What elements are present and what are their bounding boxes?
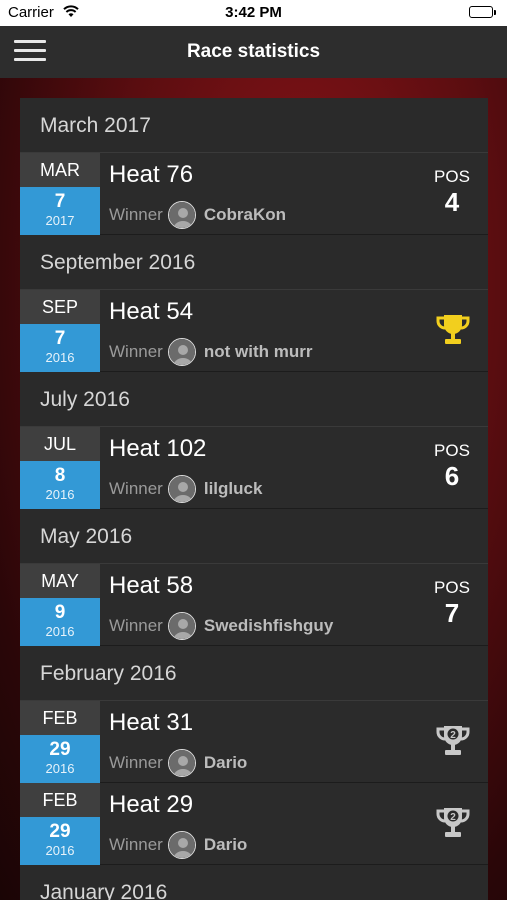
heat-title: Heat 54	[109, 298, 194, 325]
gold-trophy-icon	[434, 312, 472, 348]
date-month: MAR	[20, 153, 100, 187]
avatar	[167, 338, 196, 366]
winner-label: Winner	[109, 342, 163, 361]
heat-title: Heat 58	[109, 572, 194, 599]
position-label: POS	[434, 167, 470, 186]
avatar	[167, 475, 196, 503]
race-info: Heat 31 Winner Dario	[109, 701, 399, 783]
race-row[interactable]: JUL 8 2016 Heat 102 Winner lilgluck POS 6	[20, 427, 488, 509]
month-header: September 2016	[20, 235, 488, 290]
date-day-box: 29 2016	[20, 817, 100, 865]
winner-name: Dario	[203, 753, 248, 772]
nav-bar: Race statistics	[0, 26, 507, 78]
date-month: SEP	[20, 290, 100, 324]
race-info: Heat 58 Winner Swedishfishguy	[109, 564, 399, 646]
avatar	[167, 201, 196, 229]
heat-title: Heat 76	[109, 161, 194, 188]
avatar	[167, 749, 196, 777]
month-header: February 2016	[20, 646, 488, 701]
winner-label: Winner	[109, 835, 163, 854]
winner-label: Winner	[109, 616, 163, 635]
month-header: May 2016	[20, 509, 488, 564]
date-day-box: 29 2016	[20, 735, 100, 783]
date-month: FEB	[20, 701, 100, 735]
date-year: 2016	[45, 843, 75, 858]
date-badge: MAY 9 2016	[20, 564, 100, 646]
position-indicator: POS 6	[432, 441, 472, 491]
winner-label: Winner	[109, 479, 163, 498]
position-indicator: POS 7	[432, 578, 472, 628]
date-month: MAY	[20, 564, 100, 598]
silver-trophy-icon: 2	[434, 805, 472, 841]
date-month: FEB	[20, 783, 100, 817]
position-value: 7	[444, 598, 460, 628]
race-row[interactable]: FEB 29 2016 Heat 29 Winner Dario 2	[20, 783, 488, 865]
date-day-box: 7 2016	[20, 324, 100, 372]
winner-line: Winner Dario	[109, 830, 247, 860]
race-row[interactable]: MAY 9 2016 Heat 58 Winner Swedishfishguy POS 7	[20, 564, 488, 646]
winner-name: lilgluck	[203, 479, 263, 498]
date-badge: FEB 29 2016	[20, 701, 100, 783]
date-day: 7	[54, 328, 66, 349]
date-day-box: 7 2017	[20, 187, 100, 235]
month-header: July 2016	[20, 372, 488, 427]
month-header: March 2017	[20, 98, 488, 153]
heat-title: Heat 29	[109, 791, 194, 818]
date-badge: FEB 29 2016	[20, 783, 100, 865]
status-bar: Carrier 3:42 PM	[0, 0, 507, 26]
position-indicator: POS 4	[432, 167, 472, 217]
winner-name: Dario	[203, 835, 248, 854]
date-day: 9	[54, 602, 66, 623]
winner-line: Winner Dario	[109, 748, 247, 778]
position-value: 4	[444, 187, 460, 217]
race-row[interactable]: FEB 29 2016 Heat 31 Winner Dario 2	[20, 701, 488, 783]
clock: 3:42 PM	[225, 4, 282, 21]
race-info: Heat 76 Winner CobraKon	[109, 153, 399, 235]
date-badge: JUL 8 2016	[20, 427, 100, 509]
race-info: Heat 29 Winner Dario	[109, 783, 399, 865]
winner-label: Winner	[109, 205, 163, 224]
svg-text:2: 2	[450, 812, 456, 823]
race-info: Heat 54 Winner not with murr	[109, 290, 399, 372]
position-label: POS	[434, 578, 470, 597]
race-info: Heat 102 Winner lilgluck	[109, 427, 399, 509]
date-badge: SEP 7 2016	[20, 290, 100, 372]
winner-line: Winner lilgluck	[109, 474, 262, 504]
heat-title: Heat 31	[109, 709, 194, 736]
date-year: 2016	[45, 624, 75, 639]
svg-text:2: 2	[450, 730, 456, 741]
date-month: JUL	[20, 427, 100, 461]
date-year: 2016	[45, 761, 75, 776]
avatar	[167, 612, 196, 640]
date-day-box: 9 2016	[20, 598, 100, 646]
date-badge: MAR 7 2017	[20, 153, 100, 235]
race-row[interactable]: SEP 7 2016 Heat 54 Winner not with murr	[20, 290, 488, 372]
date-day: 8	[54, 465, 66, 486]
date-year: 2017	[45, 213, 75, 228]
winner-line: Winner CobraKon	[109, 200, 286, 230]
date-year: 2016	[45, 487, 75, 502]
position-label: POS	[434, 441, 470, 460]
silver-trophy-icon: 2	[434, 723, 472, 759]
race-list[interactable]: March 2017 MAR 7 2017 Heat 76 Winner CobraKon P…	[20, 98, 488, 900]
position-value: 6	[444, 461, 460, 491]
page-title: Race statistics	[186, 41, 321, 62]
battery-icon	[469, 6, 496, 18]
race-row[interactable]: MAR 7 2017 Heat 76 Winner CobraKon POS 4	[20, 153, 488, 235]
avatar	[167, 831, 196, 859]
winner-line: Winner Swedishfishguy	[109, 611, 333, 641]
month-header: January 2016	[20, 865, 488, 900]
date-day-box: 8 2016	[20, 461, 100, 509]
winner-line: Winner not with murr	[109, 337, 312, 367]
date-year: 2016	[45, 350, 75, 365]
date-day: 29	[49, 739, 71, 760]
winner-name: not with murr	[203, 342, 313, 361]
winner-label: Winner	[109, 753, 163, 772]
date-day: 7	[54, 191, 66, 212]
winner-name: Swedishfishguy	[203, 616, 334, 635]
heat-title: Heat 102	[109, 435, 207, 462]
date-day: 29	[49, 821, 71, 842]
winner-name: CobraKon	[203, 205, 287, 224]
